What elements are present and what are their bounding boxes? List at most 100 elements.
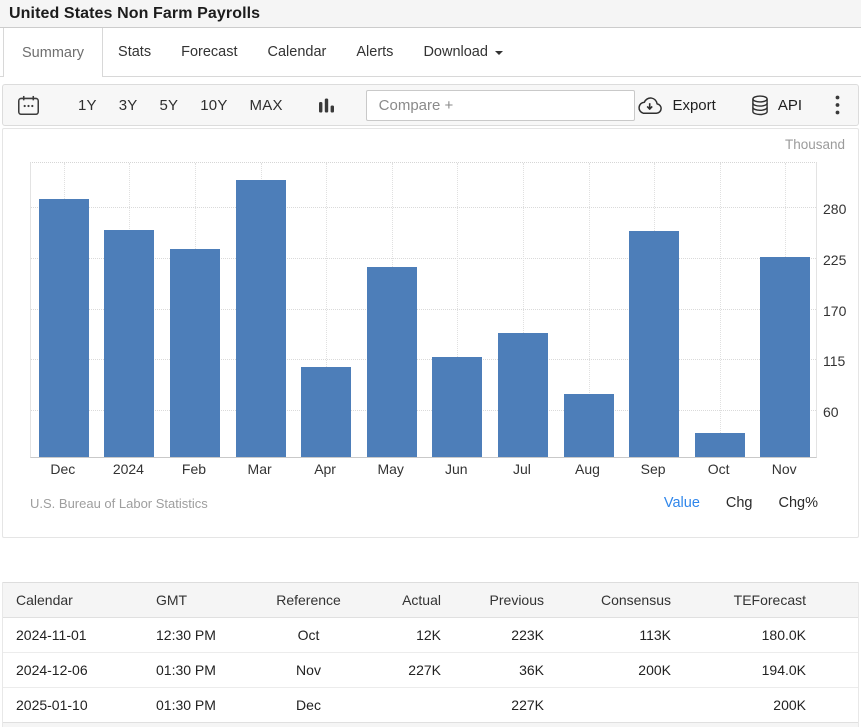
y-tick-label: 60 — [823, 404, 839, 420]
range-3y-button[interactable]: 3Y — [108, 97, 149, 114]
chart-bar[interactable] — [39, 199, 89, 457]
x-tick-label: 2024 — [96, 461, 162, 477]
y-tick-label: 280 — [823, 201, 846, 217]
table-body: 2024-11-0112:30 PMOct12K223K113K180.0K20… — [3, 618, 858, 723]
v-gridline — [720, 163, 721, 457]
range-max-button[interactable]: MAX — [239, 97, 294, 114]
chgpct-mode-link[interactable]: Chg% — [779, 495, 819, 511]
table-cell: 227K — [366, 653, 446, 688]
x-tick-label: Dec — [30, 461, 96, 477]
chart-bar[interactable] — [301, 367, 351, 457]
chart-footer: U.S. Bureau of Labor Statistics Value Ch… — [30, 495, 818, 511]
y-axis-labels: 60115170225280 — [823, 163, 861, 459]
calendar-table-wrap: CalendarGMTReferenceActualPreviousConsen… — [2, 582, 859, 727]
range-10y-button[interactable]: 10Y — [189, 97, 238, 114]
chart-card: Thousand 60115170225280 Dec2024FebMarApr… — [2, 128, 859, 538]
chg-mode-link[interactable]: Chg — [726, 495, 753, 511]
chart-bar[interactable] — [498, 333, 548, 457]
table-row[interactable]: 2024-11-0112:30 PMOct12K223K113K180.0K — [3, 618, 858, 653]
chart-bar[interactable] — [432, 357, 482, 457]
table-column-header: Previous — [446, 583, 549, 618]
toolbar-right-group: Export API — [636, 95, 844, 116]
table-row[interactable]: 2025-01-1001:30 PMDec227K200K — [3, 688, 858, 723]
x-tick-label: Aug — [555, 461, 621, 477]
tab-bar: Summary Stats Forecast Calendar Alerts D… — [0, 28, 861, 77]
tab-download[interactable]: Download — [408, 28, 518, 76]
x-tick-label: Oct — [686, 461, 752, 477]
chart-bar[interactable] — [367, 267, 417, 457]
y-tick-label: 225 — [823, 252, 846, 268]
table-header: CalendarGMTReferenceActualPreviousConsen… — [3, 583, 858, 618]
series-mode-links: Value Chg Chg% — [664, 495, 818, 511]
calendar-icon — [17, 95, 40, 116]
table-cell: 12K — [366, 618, 446, 653]
page-title: United States Non Farm Payrolls — [9, 5, 260, 23]
x-tick-label: Apr — [292, 461, 358, 477]
api-label: API — [778, 97, 802, 114]
table-cell: 01:30 PM — [141, 653, 251, 688]
table-cell-filler — [811, 688, 858, 723]
tab-summary[interactable]: Summary — [3, 28, 103, 77]
chart-bar[interactable] — [104, 230, 154, 457]
export-label: Export — [672, 97, 715, 114]
title-bar: United States Non Farm Payrolls — [0, 0, 861, 28]
cloud-download-icon — [636, 96, 663, 115]
table-cell: Oct — [251, 618, 366, 653]
table-cell: 200K — [549, 653, 676, 688]
tab-forecast[interactable]: Forecast — [166, 28, 252, 76]
calendar-table: CalendarGMTReferenceActualPreviousConsen… — [3, 582, 858, 723]
api-button[interactable]: API — [751, 95, 802, 116]
x-tick-label: Jun — [424, 461, 490, 477]
range-1y-button[interactable]: 1Y — [67, 97, 108, 114]
table-cell: 2024-11-01 — [3, 618, 141, 653]
table-column-header: Consensus — [549, 583, 676, 618]
page: United States Non Farm Payrolls Summary … — [0, 0, 861, 727]
table-cell: 113K — [549, 618, 676, 653]
table-cell: 12:30 PM — [141, 618, 251, 653]
chart-bar[interactable] — [629, 231, 679, 457]
x-tick-label: Nov — [751, 461, 817, 477]
source-attribution: U.S. Bureau of Labor Statistics — [30, 496, 208, 511]
chart-bar[interactable] — [760, 257, 810, 457]
export-button[interactable]: Export — [636, 96, 715, 115]
range-5y-button[interactable]: 5Y — [149, 97, 190, 114]
table-cell — [549, 688, 676, 723]
chart-bar[interactable] — [695, 433, 745, 457]
range-selector: 1Y 3Y 5Y 10Y MAX — [67, 97, 294, 114]
bar-chart-type-icon — [318, 97, 335, 114]
chart-toolbar: 1Y 3Y 5Y 10Y MAX Export — [2, 84, 859, 126]
x-tick-label: Mar — [227, 461, 293, 477]
chart-type-button[interactable] — [318, 97, 335, 114]
date-range-picker-button[interactable] — [17, 95, 40, 116]
table-cell — [366, 688, 446, 723]
table-cell: 36K — [446, 653, 549, 688]
table-column-header: Reference — [251, 583, 366, 618]
chevron-down-icon — [495, 51, 503, 55]
kebab-menu-icon — [835, 95, 840, 115]
table-cell: 200K — [676, 688, 811, 723]
table-cell: 227K — [446, 688, 549, 723]
value-mode-link[interactable]: Value — [664, 495, 700, 511]
x-tick-label: May — [358, 461, 424, 477]
table-cell: Dec — [251, 688, 366, 723]
tab-stats[interactable]: Stats — [103, 28, 166, 76]
table-header-row: CalendarGMTReferenceActualPreviousConsen… — [3, 583, 858, 618]
table-cell: 2024-12-06 — [3, 653, 141, 688]
compare-input[interactable] — [366, 90, 635, 121]
table-row[interactable]: 2024-12-0601:30 PMNov227K36K200K194.0K — [3, 653, 858, 688]
chart-bar[interactable] — [564, 394, 614, 457]
table-column-header: GMT — [141, 583, 251, 618]
h-gridline — [31, 207, 816, 208]
table-cell: 01:30 PM — [141, 688, 251, 723]
table-bottom-strip — [3, 723, 858, 727]
y-axis-unit-label: Thousand — [785, 137, 845, 152]
table-cell: Nov — [251, 653, 366, 688]
tab-calendar[interactable]: Calendar — [253, 28, 342, 76]
table-cell-filler — [811, 653, 858, 688]
table-cell: 194.0K — [676, 653, 811, 688]
chart-bar[interactable] — [170, 249, 220, 457]
tab-alerts[interactable]: Alerts — [341, 28, 408, 76]
more-options-button[interactable] — [835, 95, 840, 115]
chart-bar[interactable] — [236, 180, 286, 457]
x-tick-label: Jul — [489, 461, 555, 477]
